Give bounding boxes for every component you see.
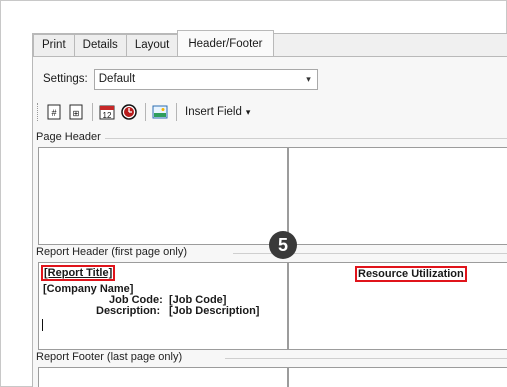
page-header-label: Page Header	[36, 131, 105, 143]
report-footer-left-pane[interactable]	[38, 367, 288, 387]
header-footer-toolbar: # ⊞ 12 Insert Field ▾	[35, 99, 507, 125]
page-count-icon[interactable]: ⊞	[66, 102, 86, 122]
report-center-title-field[interactable]: Resource Utilization	[355, 266, 467, 282]
step-number-badge: 5	[269, 231, 297, 259]
report-header-left-pane[interactable]: [Report Title] [Company Name] Job Code: …	[38, 262, 288, 350]
settings-label: Settings:	[43, 73, 88, 85]
date-icon[interactable]: 12	[97, 102, 117, 122]
settings-select-value: Default	[98, 73, 136, 85]
page-header-center-pane[interactable]	[288, 147, 507, 245]
report-footer-label: Report Footer (last page only)	[36, 351, 187, 363]
tab-details[interactable]: Details	[73, 34, 127, 56]
time-icon[interactable]	[119, 102, 139, 122]
tab-strip: Print Details Layout Header/Footer	[33, 30, 274, 56]
insert-field-label: Insert Field	[185, 106, 242, 118]
screenshot-frame: Print Details Layout Header/Footer Setti…	[0, 0, 507, 387]
image-icon[interactable]	[150, 102, 170, 122]
tab-layout[interactable]: Layout	[125, 34, 179, 56]
report-settings-dialog: Print Details Layout Header/Footer Setti…	[32, 30, 507, 387]
svg-text:⊞: ⊞	[73, 109, 80, 118]
description-label: Description:	[96, 305, 161, 317]
toolbar-separator	[92, 103, 93, 121]
settings-select[interactable]: Default ▾	[93, 68, 318, 90]
section-divider	[225, 358, 507, 359]
report-header-center-pane[interactable]: Resource Utilization	[288, 262, 507, 350]
svg-text:#: #	[51, 108, 56, 118]
toolbar-separator	[176, 103, 177, 121]
report-header-label: Report Header (first page only)	[36, 246, 192, 258]
chevron-down-icon: ▾	[245, 106, 251, 117]
page-number-icon[interactable]: #	[44, 102, 64, 122]
tab-header-footer[interactable]: Header/Footer	[177, 30, 274, 56]
tab-content: Settings: Default ▾ # ⊞ 12 Insert Field …	[33, 56, 507, 387]
insert-field-dropdown[interactable]: Insert Field ▾	[181, 106, 254, 118]
settings-row: Settings: Default ▾	[43, 68, 318, 90]
tab-print[interactable]: Print	[33, 34, 75, 56]
report-title-field[interactable]: [Report Title]	[41, 265, 116, 281]
toolbar-separator	[145, 103, 146, 121]
page-header-left-pane[interactable]	[38, 147, 288, 245]
toolbar-grip[interactable]	[37, 103, 40, 121]
report-footer-center-pane[interactable]	[288, 367, 507, 387]
svg-text:12: 12	[103, 111, 112, 120]
description-field[interactable]: [Job Description]	[169, 306, 259, 317]
text-cursor	[42, 319, 43, 331]
section-divider	[88, 138, 507, 139]
chevron-down-icon: ▾	[306, 73, 311, 84]
